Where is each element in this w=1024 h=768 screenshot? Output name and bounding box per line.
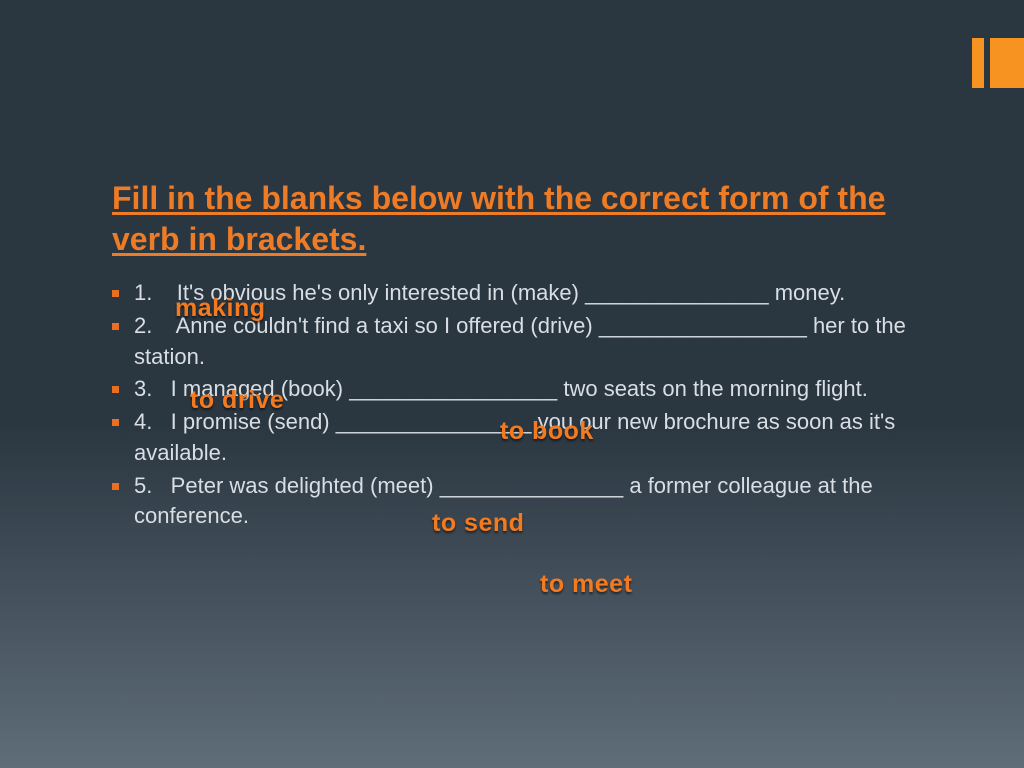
answer-overlay-1: making [175,294,266,323]
answer-overlay-3: to book [500,417,594,446]
corner-accent [972,38,1024,88]
accent-bar-thick [990,38,1024,88]
slide-content: Fill in the blanks below with the correc… [112,178,912,534]
answer-overlay-2: to drive [190,386,284,415]
accent-bar-thin [972,38,984,88]
answer-overlay-5: to meet [540,570,632,599]
answer-overlay-4: to send [432,509,524,538]
slide-title: Fill in the blanks below with the correc… [112,178,912,260]
